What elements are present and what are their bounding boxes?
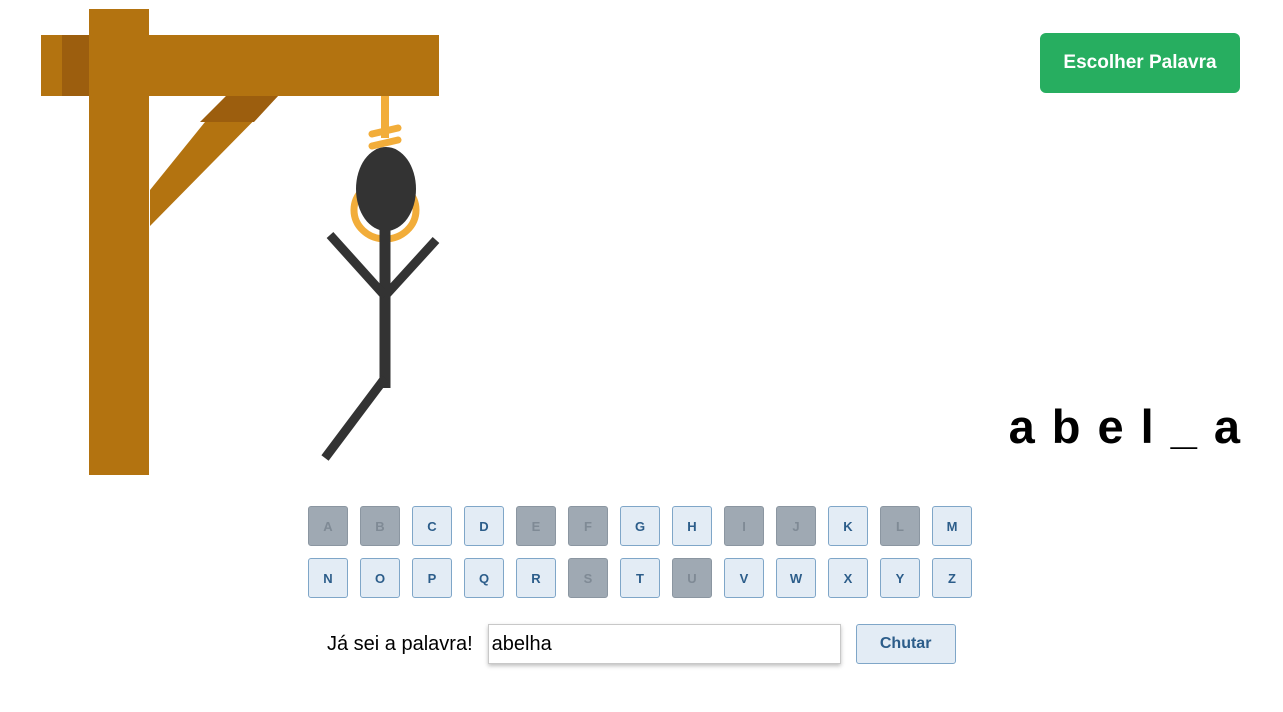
letter-key-b: B [360,506,400,546]
choose-word-button[interactable]: Escolher Palavra [1040,33,1240,93]
letter-keyboard: ABCDEFGHIJKLM NOPQRSTUVWXYZ [308,506,988,610]
letter-key-j: J [776,506,816,546]
word-letter: b [1051,399,1081,453]
hangman-figure [321,147,440,461]
letter-key-z[interactable]: Z [932,558,972,598]
gallows-drawing [41,9,440,475]
word-letter: e [1097,399,1124,453]
guess-input[interactable] [487,624,841,664]
letter-key-v[interactable]: V [724,558,764,598]
guess-button[interactable]: Chutar [855,624,956,664]
hangman-left-arm [326,231,389,300]
hangman-right-arm [381,236,440,300]
word-letter: l [1140,399,1154,453]
letter-key-p[interactable]: P [412,558,452,598]
letter-key-e: E [516,506,556,546]
game-stage: Escolher Palavra a b e l _ a ABCDEFGHIJKLMNOP… [0,0,1283,712]
letter-key-n[interactable]: N [308,558,348,598]
gallows-brace-shadow [200,96,278,122]
hangman-head [356,147,416,231]
guess-label: Já sei a palavra! [327,632,473,655]
letter-key-s: S [568,558,608,598]
word-letter: a [1213,399,1240,453]
gallows-post [89,9,149,475]
noose-knot-2 [368,136,402,150]
noose-knot [368,124,402,138]
letter-key-l: L [880,506,920,546]
letter-key-w[interactable]: W [776,558,816,598]
letter-key-u: U [672,558,712,598]
letter-key-g[interactable]: G [620,506,660,546]
word-display: a b e l _ a [1009,396,1240,456]
letter-key-c[interactable]: C [412,506,452,546]
letter-key-x[interactable]: X [828,558,868,598]
word-letter: a [1008,399,1035,453]
letter-key-i: I [724,506,764,546]
keyboard-row: NOPQRSTUVWXYZ [308,558,988,598]
letter-key-r[interactable]: R [516,558,556,598]
letter-key-f: F [568,506,608,546]
letter-key-o[interactable]: O [360,558,400,598]
letter-key-t[interactable]: T [620,558,660,598]
gallows-beam-shadow [62,35,90,96]
letter-key-m[interactable]: M [932,506,972,546]
word-letter: _ [1170,399,1197,453]
letter-key-y[interactable]: Y [880,558,920,598]
letter-key-k[interactable]: K [828,506,868,546]
hangman-left-leg [321,375,389,461]
letter-key-d[interactable]: D [464,506,504,546]
letter-key-a: A [308,506,348,546]
keyboard-row: ABCDEFGHIJKLM [308,506,988,546]
guess-form: Já sei a palavra! Chutar [327,624,956,664]
letter-key-h[interactable]: H [672,506,712,546]
letter-key-q[interactable]: Q [464,558,504,598]
